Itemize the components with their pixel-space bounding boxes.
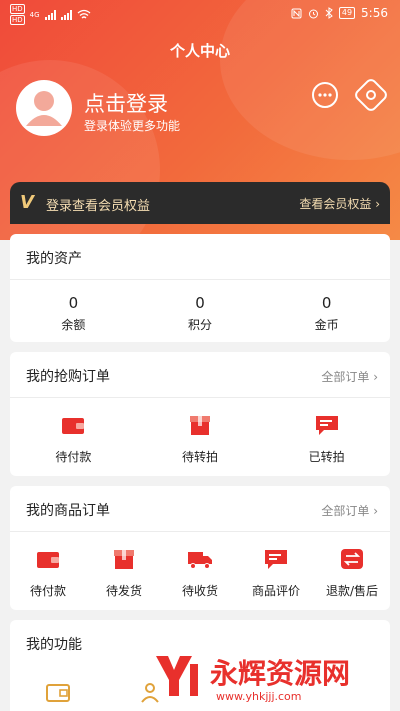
- message-button[interactable]: [312, 82, 338, 108]
- box-icon: [114, 550, 134, 569]
- sim2-label: HD: [10, 15, 25, 25]
- signal-icon: [44, 9, 56, 20]
- signal-label: 4G: [29, 10, 40, 19]
- asset-label: 余额: [61, 318, 86, 332]
- watermark: 永辉资源网 www.yhkjjj.com: [148, 648, 400, 711]
- asset-value: 0: [321, 294, 332, 312]
- order-status-label: 退款/售后: [325, 584, 379, 598]
- flash-pending-payment[interactable]: 待付款: [10, 398, 137, 476]
- flash-orders-all-link[interactable]: 全部订单 ›: [321, 368, 378, 385]
- watermark-name: 永辉资源网: [210, 657, 351, 690]
- clock: 5:56: [361, 6, 388, 20]
- wallet-icon: [62, 418, 85, 434]
- flash-pending-resale[interactable]: 待转拍: [137, 398, 264, 476]
- vip-text: 登录查看会员权益: [46, 199, 151, 214]
- box-icon: [190, 416, 210, 435]
- vip-banner[interactable]: V 登录查看会员权益 查看会员权益 ›: [10, 182, 390, 224]
- sim1-label: HD: [10, 4, 25, 14]
- goods-review[interactable]: 商品评价: [238, 532, 314, 610]
- user-icon: [26, 91, 62, 126]
- battery-icon: 49: [338, 7, 356, 19]
- goods-orders-header: 我的商品订单 全部订单 ›: [10, 486, 390, 532]
- goods-orders-all-link[interactable]: 全部订单 ›: [321, 502, 378, 519]
- flash-orders-title: 我的抢购订单: [26, 369, 110, 385]
- assets-card: 我的资产 0 余额 0 积分 0 金币: [10, 234, 390, 342]
- goods-pending-shipment[interactable]: 待发货: [86, 532, 162, 610]
- order-status-label: 待发货: [105, 584, 142, 598]
- order-status-label: 待收货: [181, 584, 218, 598]
- flash-resold[interactable]: 已转拍: [263, 398, 390, 476]
- goods-refund[interactable]: 退款/售后: [314, 532, 390, 610]
- asset-value: 0: [195, 294, 205, 312]
- asset-balance[interactable]: 0 余额: [10, 280, 137, 340]
- vip-badge-icon: V: [20, 192, 34, 213]
- wifi-icon: [77, 9, 90, 19]
- functions-title: 我的功能: [26, 637, 82, 653]
- status-bar: HD HD 4G 49 5:56: [0, 0, 400, 28]
- refund-icon: [341, 549, 363, 569]
- asset-label: 积分: [188, 318, 213, 332]
- asset-label: 金币: [314, 318, 339, 332]
- assets-title: 我的资产: [26, 251, 82, 267]
- asset-value: 0: [68, 294, 79, 312]
- wallet-outline-icon[interactable]: [44, 680, 74, 708]
- avatar[interactable]: [16, 80, 72, 136]
- goods-orders-title: 我的商品订单: [26, 503, 110, 519]
- bluetooth-icon: [325, 7, 333, 19]
- order-status-label: 商品评价: [251, 584, 300, 598]
- goods-pending-payment[interactable]: 待付款: [10, 532, 86, 610]
- watermark-url: www.yhkjjj.com: [216, 690, 302, 703]
- goods-orders-card: 我的商品订单 全部订单 › 待付款 待发货 待收货 商品评价 退款/售后: [10, 486, 390, 610]
- watermark-logo: [156, 656, 198, 696]
- asset-points[interactable]: 0 积分: [137, 280, 264, 340]
- login-subtitle: 登录体验更多功能: [84, 119, 181, 133]
- vip-link[interactable]: 查看会员权益 ›: [299, 195, 380, 212]
- truck-icon: [188, 552, 212, 569]
- order-status-label: 已转拍: [308, 450, 345, 464]
- signal-icon-2: [60, 9, 72, 20]
- flash-orders-card: 我的抢购订单 全部订单 › 待付款 待转拍 已转拍: [10, 352, 390, 476]
- assets-header: 我的资产: [10, 234, 390, 280]
- wallet-icon: [37, 552, 59, 568]
- comment-icon: [265, 550, 287, 569]
- nfc-icon: [291, 8, 302, 18]
- chat-icon: [318, 93, 332, 97]
- asset-coins[interactable]: 0 金币: [263, 280, 390, 340]
- order-status-label: 待转拍: [182, 450, 219, 464]
- flash-orders-header: 我的抢购订单 全部订单 ›: [10, 352, 390, 398]
- order-status-label: 待付款: [55, 450, 92, 464]
- alarm-icon: [308, 9, 318, 18]
- goods-pending-receipt[interactable]: 待收货: [162, 532, 238, 610]
- login-button[interactable]: 点击登录: [84, 88, 168, 118]
- message-icon: [315, 416, 338, 435]
- page-title: 个人中心: [169, 42, 230, 60]
- order-status-label: 待付款: [29, 584, 66, 598]
